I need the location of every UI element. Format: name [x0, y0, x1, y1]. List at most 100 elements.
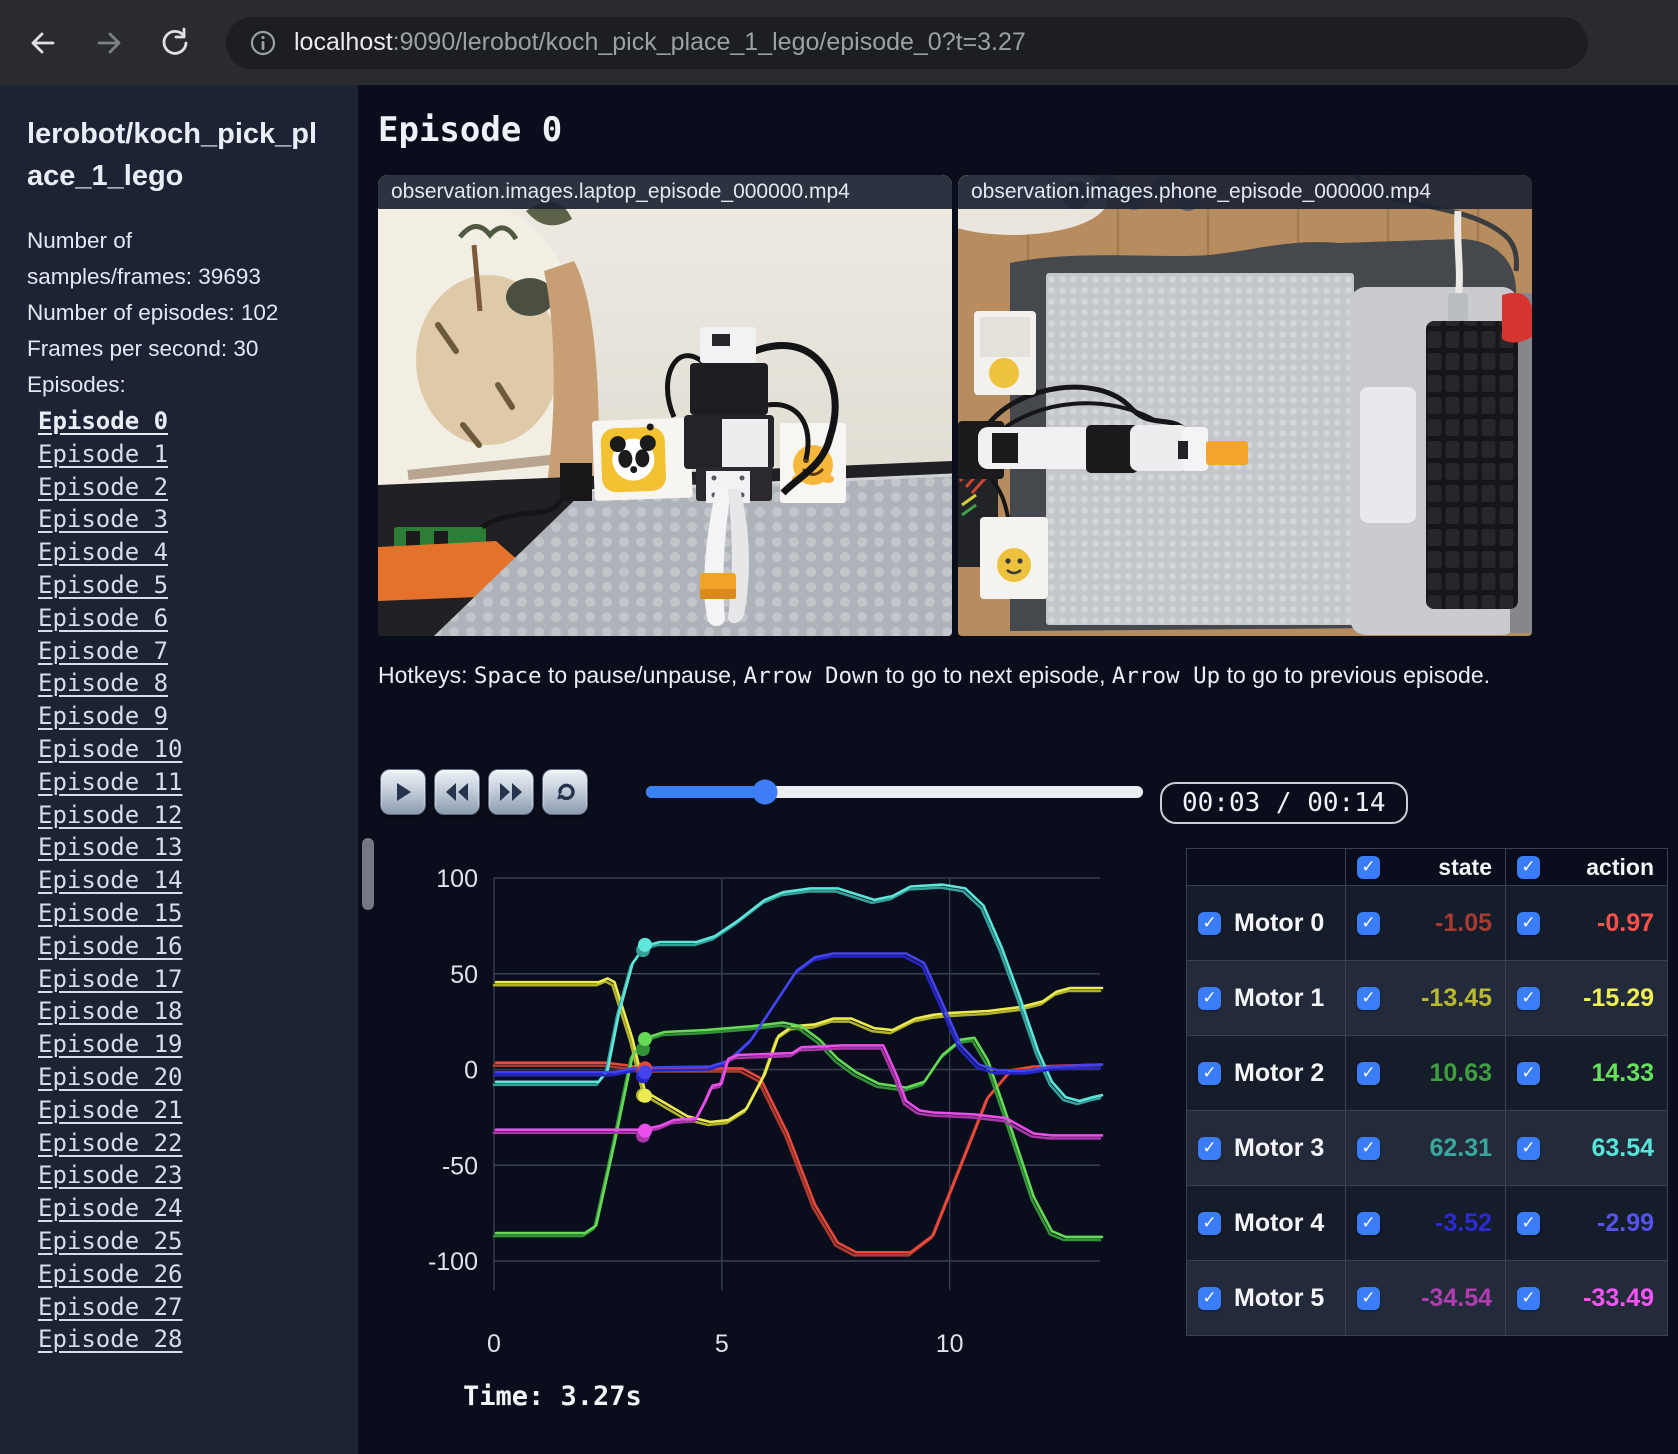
svg-text:100: 100	[436, 865, 478, 893]
video-player-laptop[interactable]: observation.images.laptop_episode_000000…	[378, 175, 952, 636]
motor-action-checkbox[interactable]	[1517, 986, 1540, 1010]
episode-link[interactable]: Episode 25	[38, 1225, 358, 1258]
episode-link[interactable]: Episode 1	[38, 438, 358, 471]
motor-state-checkbox[interactable]	[1357, 911, 1380, 935]
episode-link[interactable]: Episode 19	[38, 1028, 358, 1061]
hotkey-key: Arrow Down	[743, 663, 880, 689]
motor-action-checkbox[interactable]	[1517, 1136, 1540, 1160]
action-column-checkbox[interactable]	[1517, 855, 1540, 879]
episode-link[interactable]: Episode 20	[38, 1061, 358, 1094]
motor-action-value: -2.99	[1597, 1208, 1654, 1237]
episode-link[interactable]: Episode 26	[38, 1258, 358, 1291]
site-info-icon[interactable]	[248, 28, 278, 58]
main-content: Episode 0 observation.images.laptop_epis…	[358, 85, 1678, 1454]
motor-action-checkbox[interactable]	[1517, 1286, 1540, 1310]
motor-action-value: 63.54	[1591, 1133, 1654, 1162]
motor-checkbox[interactable]	[1198, 1286, 1221, 1310]
reload-icon[interactable]	[158, 26, 192, 60]
fast-forward-icon	[500, 783, 522, 801]
episode-link[interactable]: Episode 5	[38, 569, 358, 602]
state-column-label: state	[1438, 853, 1492, 880]
episode-link[interactable]: Episode 13	[38, 831, 358, 864]
fast-forward-button[interactable]	[488, 769, 534, 815]
episode-link[interactable]: Episode 9	[38, 700, 358, 733]
episode-link[interactable]: Episode 24	[38, 1192, 358, 1225]
stat-line: samples/frames: 39693	[27, 264, 261, 290]
url-path: :9090/lerobot/koch_pick_place_1_lego/epi…	[392, 28, 1026, 56]
motor-row: Motor 1 -13.45 -15.29	[1187, 960, 1667, 1035]
play-icon	[397, 783, 411, 801]
svg-text:Time: 3.27s: Time: 3.27s	[463, 1381, 642, 1412]
state-column-checkbox[interactable]	[1357, 855, 1380, 879]
motor-checkbox[interactable]	[1198, 986, 1221, 1010]
motor-state-value: -3.52	[1435, 1208, 1492, 1237]
hotkey-key: Space	[473, 663, 542, 689]
episode-link[interactable]: Episode 28	[38, 1323, 358, 1356]
motor-state-checkbox[interactable]	[1357, 1211, 1380, 1235]
motor-state-value: 62.31	[1429, 1133, 1492, 1162]
episode-link[interactable]: Episode 12	[38, 799, 358, 832]
dataset-title: lerobot/koch_pick_place_1_lego	[27, 118, 318, 193]
motor-checkbox[interactable]	[1198, 911, 1221, 935]
episode-link[interactable]: Episode 27	[38, 1291, 358, 1324]
motor-action-value: -33.49	[1583, 1283, 1654, 1312]
laptop-video-scene	[378, 175, 952, 636]
forward-arrow-icon[interactable]	[92, 26, 126, 60]
sidebar: lerobot/koch_pick_place_1_lego Number of…	[0, 85, 358, 1454]
motor-state-checkbox[interactable]	[1357, 1286, 1380, 1310]
rewind-button[interactable]	[434, 769, 480, 815]
episode-link[interactable]: Episode 18	[38, 995, 358, 1028]
episode-link[interactable]: Episode 23	[38, 1159, 358, 1192]
motor-row: Motor 5 -34.54 -33.49	[1187, 1260, 1667, 1335]
episode-link[interactable]: Episode 17	[38, 963, 358, 996]
motor-table: state action Motor 0 -1.05 -0.97 Motor 1 -13…	[1186, 848, 1668, 1336]
motor-action-checkbox[interactable]	[1517, 1211, 1540, 1235]
episode-link[interactable]: Episode 22	[38, 1127, 358, 1160]
url-text: localhost:9090/lerobot/koch_pick_place_1…	[294, 28, 1026, 57]
chart-area: -100 -50 0 50 100 0 5 10 Time: 3.27s	[378, 845, 1110, 1425]
motor-state-checkbox[interactable]	[1357, 1061, 1380, 1085]
scrollbar-thumb[interactable]	[362, 838, 374, 910]
svg-text:-100: -100	[428, 1248, 478, 1276]
motor-action-value: -0.97	[1597, 908, 1654, 937]
motor-label: Motor 2	[1234, 1058, 1325, 1087]
loop-button[interactable]	[542, 769, 588, 815]
motor-checkbox[interactable]	[1198, 1136, 1221, 1160]
episode-list: Episode 0 Episode 1 Episode 2 Episode 3 Epis…	[27, 405, 358, 1356]
browser-toolbar: localhost:9090/lerobot/koch_pick_place_1…	[0, 0, 1678, 86]
episode-link[interactable]: Episode 7	[38, 635, 358, 668]
motor-state-checkbox[interactable]	[1357, 1136, 1380, 1160]
address-bar[interactable]: localhost:9090/lerobot/koch_pick_place_1…	[226, 16, 1588, 69]
video-player-phone[interactable]: observation.images.phone_episode_000000.…	[958, 175, 1532, 636]
episode-link[interactable]: Episode 11	[38, 766, 358, 799]
episode-link[interactable]: Episode 14	[38, 864, 358, 897]
motor-label: Motor 4	[1234, 1208, 1325, 1237]
action-column-label: action	[1586, 853, 1654, 880]
motor-label: Motor 3	[1234, 1133, 1325, 1162]
episode-link[interactable]: Episode 0	[38, 405, 358, 438]
back-arrow-icon[interactable]	[26, 26, 60, 60]
motor-state-checkbox[interactable]	[1357, 986, 1380, 1010]
motor-table-header: state action	[1187, 849, 1667, 885]
motor-action-checkbox[interactable]	[1517, 1061, 1540, 1085]
episode-link[interactable]: Episode 16	[38, 930, 358, 963]
episode-link[interactable]: Episode 10	[38, 733, 358, 766]
motor-checkbox[interactable]	[1198, 1061, 1221, 1085]
episode-link[interactable]: Episode 6	[38, 602, 358, 635]
episode-link[interactable]: Episode 3	[38, 503, 358, 536]
episode-link[interactable]: Episode 21	[38, 1094, 358, 1127]
seek-slider-thumb[interactable]	[752, 779, 778, 805]
motor-checkbox[interactable]	[1198, 1211, 1221, 1235]
seek-slider[interactable]	[646, 779, 1143, 805]
episode-link[interactable]: Episode 15	[38, 897, 358, 930]
svg-text:50: 50	[450, 961, 478, 989]
play-button[interactable]	[380, 769, 426, 815]
motor-action-checkbox[interactable]	[1517, 911, 1540, 935]
svg-text:5: 5	[715, 1330, 729, 1358]
motor-state-value: -13.45	[1421, 983, 1492, 1012]
episode-link[interactable]: Episode 2	[38, 471, 358, 504]
episode-link[interactable]: Episode 8	[38, 667, 358, 700]
rewind-icon	[446, 783, 468, 801]
episode-link[interactable]: Episode 4	[38, 536, 358, 569]
svg-text:0: 0	[487, 1330, 501, 1358]
